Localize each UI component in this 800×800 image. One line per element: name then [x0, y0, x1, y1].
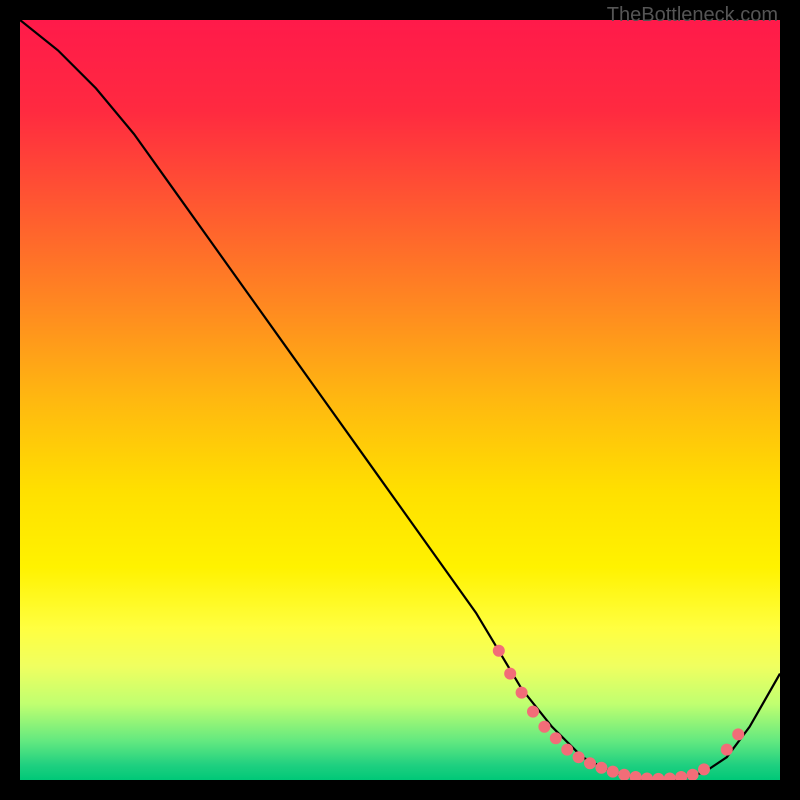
curve-marker: [664, 773, 676, 781]
chart-plot-area: [20, 20, 780, 780]
curve-marker: [652, 773, 664, 780]
curve-marker: [538, 721, 550, 733]
curve-marker: [641, 773, 653, 781]
curve-marker: [527, 706, 539, 718]
curve-marker: [504, 668, 516, 680]
curve-marker: [516, 687, 528, 699]
curve-marker: [561, 744, 573, 756]
curve-marker: [675, 771, 687, 780]
curve-markers: [493, 645, 744, 780]
curve-marker: [550, 732, 562, 744]
bottleneck-curve: [20, 20, 780, 780]
curve-marker: [732, 728, 744, 740]
watermark-text: TheBottleneck.com: [607, 4, 778, 27]
chart-svg: [20, 20, 780, 780]
curve-marker: [698, 763, 710, 775]
curve-marker: [630, 771, 642, 780]
curve-marker: [618, 769, 630, 780]
curve-marker: [584, 757, 596, 769]
curve-marker: [607, 766, 619, 778]
curve-marker: [687, 769, 699, 780]
curve-marker: [573, 751, 585, 763]
curve-marker: [493, 645, 505, 657]
curve-marker: [721, 744, 733, 756]
curve-marker: [595, 762, 607, 774]
